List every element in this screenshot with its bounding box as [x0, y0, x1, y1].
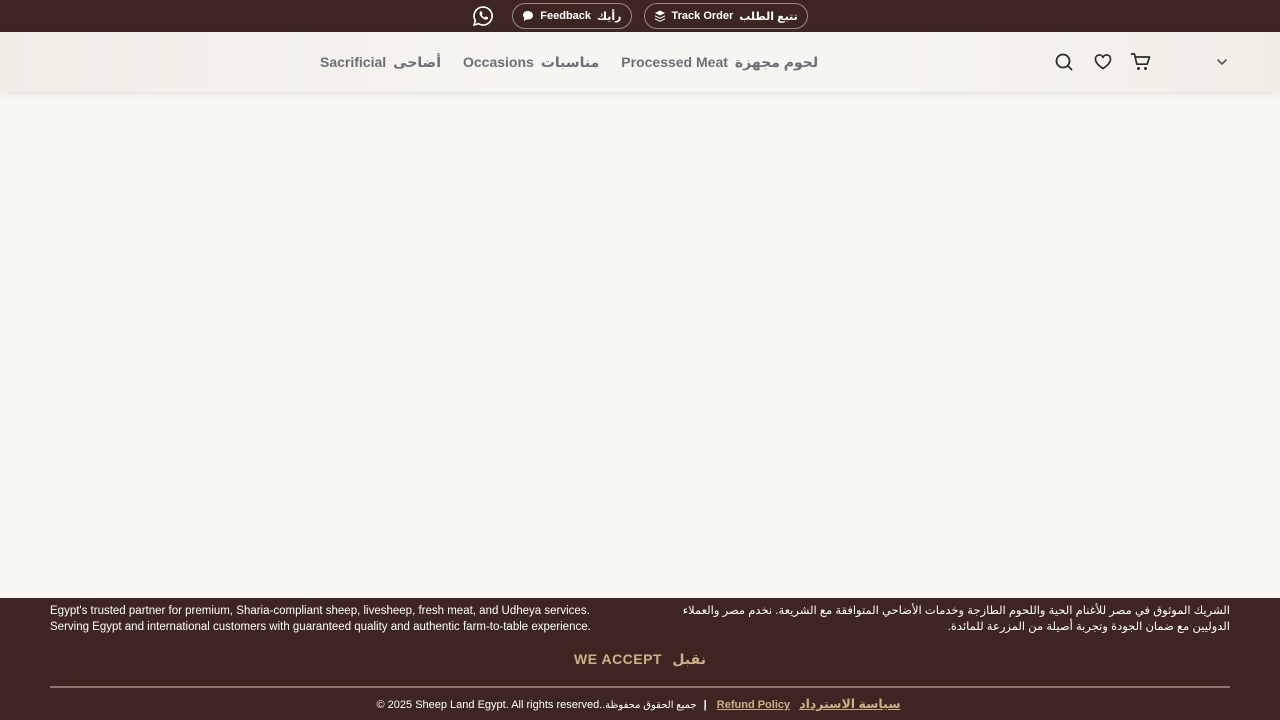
footer-divider	[50, 686, 1230, 688]
main-header: Sacrificial أضاحى Occasions مناسبات Proc…	[0, 32, 1280, 92]
top-bar: Feedback رأيك Track Order تتبع الطلب	[0, 0, 1280, 32]
we-accept-ar: نقبل	[672, 651, 706, 667]
nav-item-processed-meat[interactable]: Processed Meat لحوم مجهزة	[621, 54, 818, 71]
we-accept-heading: WE ACCEPT نقبل	[0, 651, 1280, 668]
footer-ar-line-2: الدوليين مع ضمان الجودة وتجربة أصيلة من …	[947, 621, 1230, 633]
chevron-down-icon[interactable]	[1214, 54, 1230, 70]
whatsapp-icon[interactable]	[472, 5, 494, 27]
stack-icon	[654, 10, 666, 22]
footer-en-line-1: Egypt's trusted partner for premium, Sha…	[50, 605, 590, 617]
copyright-text-ar: .جميع الحقوق محفوظة	[602, 700, 697, 711]
footer-en-line-2: Serving Egypt and international customer…	[50, 621, 591, 633]
nav-item-sacrificial[interactable]: Sacrificial أضاحى	[320, 54, 441, 71]
search-icon[interactable]	[1052, 50, 1076, 74]
refund-policy-link-en[interactable]: Refund Policy	[717, 699, 790, 711]
nav-label-ar: مناسبات	[540, 53, 600, 70]
footer-ar-line-1: الشريك الموثوق في مصر للأغنام الحية والل…	[682, 605, 1230, 617]
separator: |	[703, 699, 707, 711]
nav-label-en: Sacrificial	[320, 53, 387, 70]
cart-icon[interactable]	[1129, 50, 1153, 74]
main-nav: Sacrificial أضاحى Occasions مناسبات Proc…	[320, 32, 818, 92]
track-order-label-ar: تتبع الطلب	[739, 10, 798, 23]
header-actions	[1052, 32, 1153, 92]
nav-label-en: Processed Meat	[621, 53, 728, 70]
footer-bottom-line: © 2025 Sheep Land Egypt. All rights rese…	[0, 696, 1280, 711]
feedback-label-en: Feedback	[540, 10, 592, 22]
nav-label-ar: أضاحى	[393, 53, 441, 70]
nav-item-occasions[interactable]: Occasions مناسبات	[463, 54, 599, 71]
chat-bubble-icon	[522, 10, 534, 22]
nav-label-ar: لحوم مجهزة	[734, 53, 819, 70]
footer-description-en: Egypt's trusted partner for premium, Sha…	[50, 603, 630, 635]
refund-policy-link-ar[interactable]: سياسة الاسترداد	[799, 697, 900, 711]
track-order-button[interactable]: Track Order تتبع الطلب	[643, 3, 808, 29]
track-order-label-en: Track Order	[671, 10, 734, 22]
footer-description-ar: الشريك الموثوق في مصر للأغنام الحية والل…	[650, 603, 1230, 635]
heart-icon[interactable]	[1091, 50, 1115, 74]
feedback-button[interactable]: Feedback رأيك	[512, 3, 632, 29]
we-accept-en: WE ACCEPT	[574, 651, 663, 667]
site-footer: Egypt's trusted partner for premium, Sha…	[0, 598, 1280, 720]
copyright-text: © 2025 Sheep Land Egypt. All rights rese…	[376, 699, 603, 711]
nav-label-en: Occasions	[463, 53, 534, 70]
feedback-label-ar: رأيك	[597, 10, 622, 23]
